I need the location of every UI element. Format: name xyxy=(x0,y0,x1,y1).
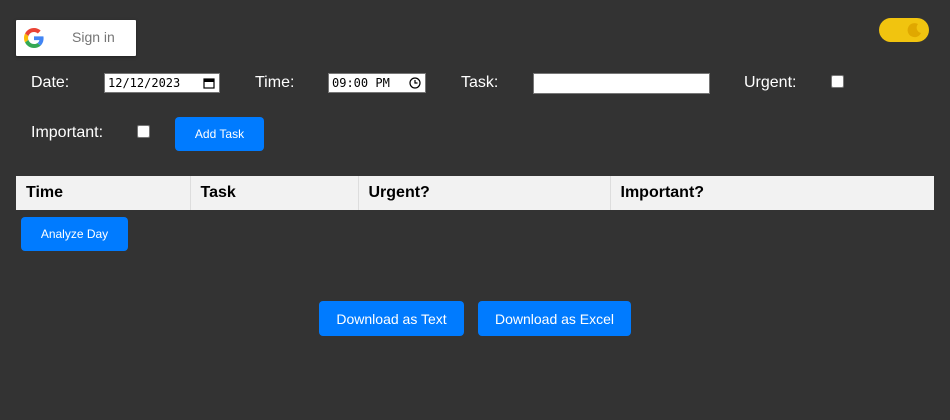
header-urgent: Urgent? xyxy=(358,176,611,210)
date-label: Date: xyxy=(31,74,70,91)
calendar-icon[interactable] xyxy=(203,77,215,89)
task-label: Task: xyxy=(461,74,499,91)
download-excel-button[interactable]: Download as Excel xyxy=(478,301,631,336)
moon-icon xyxy=(907,23,921,38)
header-time: Time xyxy=(16,176,191,210)
time-label: Time: xyxy=(255,74,295,91)
urgent-label: Urgent: xyxy=(744,74,797,91)
header-task: Task xyxy=(190,176,359,210)
google-g-icon xyxy=(24,28,44,48)
signin-label: Sign in xyxy=(72,29,115,45)
theme-toggle[interactable] xyxy=(879,18,929,42)
important-checkbox[interactable] xyxy=(137,125,150,138)
table-header-row: Time Task Urgent? Important? xyxy=(16,176,934,210)
header-important: Important? xyxy=(620,184,705,201)
time-input[interactable]: 09:00 PM xyxy=(328,73,426,93)
analyze-day-button[interactable]: Analyze Day xyxy=(21,217,128,251)
task-table: Time Task Urgent? Important? xyxy=(16,176,934,210)
urgent-checkbox[interactable] xyxy=(831,75,844,88)
clock-icon[interactable] xyxy=(409,77,421,89)
google-signin-button[interactable]: Sign in xyxy=(16,20,136,56)
time-value: 09:00 PM xyxy=(332,76,390,90)
download-text-button[interactable]: Download as Text xyxy=(319,301,464,336)
date-input[interactable]: 12/12/2023 xyxy=(104,73,220,93)
important-label: Important: xyxy=(31,124,104,141)
add-task-button[interactable]: Add Task xyxy=(175,117,264,151)
date-value: 12/12/2023 xyxy=(108,76,181,90)
task-input[interactable] xyxy=(533,73,710,94)
